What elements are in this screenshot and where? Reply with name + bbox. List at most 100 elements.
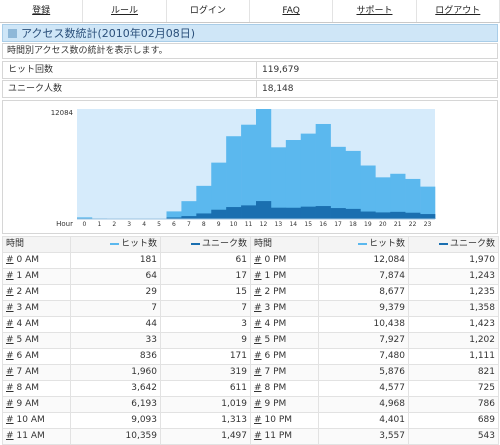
hour-anchor-link[interactable]: #	[6, 335, 14, 345]
time-cell: #4 PM	[250, 316, 319, 333]
hour-anchor-link[interactable]: #	[254, 431, 262, 441]
nav-register-link[interactable]: 登録	[0, 0, 84, 22]
time-cell: #5 PM	[250, 332, 319, 349]
unique-bar	[315, 206, 331, 219]
hour-label: 0 AM	[16, 255, 40, 265]
table-row: #1 AM 64 17 #1 PM 7,874 1,243	[2, 268, 499, 285]
unique-legend-swatch	[190, 242, 200, 245]
unique-bar	[241, 205, 257, 219]
nav-logout-link[interactable]: ログアウト	[417, 0, 500, 22]
time-cell: #6 AM	[2, 348, 71, 365]
hits-cell: 181	[70, 252, 161, 269]
hour-anchor-link[interactable]: #	[6, 383, 14, 393]
unique-bar	[360, 211, 376, 219]
hour-anchor-link[interactable]: #	[254, 335, 262, 345]
hour-label: 5 PM	[264, 335, 287, 345]
hour-anchor-link[interactable]: #	[254, 271, 262, 281]
time-cell: #8 AM	[2, 380, 71, 397]
x-axis-label: Hour	[56, 220, 73, 228]
unique-bar	[196, 213, 212, 219]
unique-cell: 689	[408, 412, 499, 429]
unique-bar	[300, 206, 316, 219]
hour-anchor-link[interactable]: #	[254, 287, 262, 297]
hits-cell: 7,480	[318, 348, 409, 365]
hour-anchor-link[interactable]: #	[254, 255, 262, 265]
hits-cell: 4,401	[318, 412, 409, 429]
x-tick-label: 13	[275, 221, 283, 228]
x-tick-label: 10	[230, 221, 238, 228]
unique-cell: 1,243	[408, 268, 499, 285]
hour-label: 11 PM	[264, 431, 293, 441]
unique-cell: 1,313	[160, 412, 251, 429]
hour-anchor-link[interactable]: #	[6, 287, 14, 297]
x-tick-label: 2	[112, 221, 116, 228]
hits-bar	[285, 140, 302, 219]
page-title-bar: アクセス数統計(2010年02月08日)	[2, 24, 498, 42]
unique-bar	[330, 208, 346, 219]
time-cell: #9 AM	[2, 396, 71, 413]
hour-anchor-link[interactable]: #	[6, 367, 14, 377]
x-tick-label: 11	[245, 221, 253, 228]
unique-cell: 9	[160, 332, 251, 349]
hour-anchor-link[interactable]: #	[254, 399, 262, 409]
hits-cell: 3,557	[318, 428, 409, 445]
nav-support-link[interactable]: サポート	[333, 0, 417, 22]
header-hits: ヒット数	[70, 236, 161, 253]
hour-anchor-link[interactable]: #	[6, 319, 14, 329]
unique-bar	[256, 201, 272, 219]
header-hits: ヒット数	[318, 236, 409, 253]
table-row: #7 AM 1,960 319 #7 PM 5,876 821	[2, 364, 499, 381]
hits-cell: 12,084	[318, 252, 409, 269]
y-max-label: 12084	[51, 109, 74, 117]
time-cell: #2 PM	[250, 284, 319, 301]
nav-faq-link[interactable]: FAQ	[250, 0, 334, 22]
x-tick-label: 0	[83, 221, 87, 228]
time-cell: #2 AM	[2, 284, 71, 301]
time-cell: #7 PM	[250, 364, 319, 381]
stat-hits-value: 119,679	[262, 65, 300, 75]
time-cell: #11 PM	[250, 428, 319, 445]
unique-cell: 3	[160, 316, 251, 333]
x-tick-label: 23	[424, 221, 432, 228]
nav-rules-link[interactable]: ルール	[83, 0, 167, 22]
hour-anchor-link[interactable]: #	[254, 415, 262, 425]
header-hits-label: ヒット数	[120, 239, 157, 249]
x-tick-label: 17	[334, 221, 342, 228]
time-cell: #10 PM	[250, 412, 319, 429]
hour-anchor-link[interactable]: #	[6, 431, 14, 441]
table-row: #6 AM 836 171 #6 PM 7,480 1,111	[2, 348, 499, 365]
hour-anchor-link[interactable]: #	[6, 351, 14, 361]
hour-label: 10 AM	[16, 415, 45, 425]
hour-anchor-link[interactable]: #	[254, 367, 262, 377]
unique-cell: 1,970	[408, 252, 499, 269]
hour-label: 5 AM	[16, 335, 40, 345]
hits-cell: 29	[70, 284, 161, 301]
hits-cell: 836	[70, 348, 161, 365]
hour-label: 8 PM	[264, 383, 287, 393]
hour-anchor-link[interactable]: #	[6, 303, 14, 313]
hits-cell: 7,874	[318, 268, 409, 285]
hits-cell: 1,960	[70, 364, 161, 381]
unique-bar	[226, 207, 242, 219]
time-cell: #8 PM	[250, 380, 319, 397]
header-time: 時間	[250, 236, 319, 253]
hour-anchor-link[interactable]: #	[254, 351, 262, 361]
x-tick-label: 6	[172, 221, 176, 228]
hour-anchor-link[interactable]: #	[6, 399, 14, 409]
hourly-chart-panel: 12084 Hour 0 1 2 3 4 5 6 7 8 9 10 11 12 13 14 15 16 17 18 19 2…	[2, 100, 498, 234]
nav-login-link[interactable]: ログイン	[167, 0, 250, 22]
hour-anchor-link[interactable]: #	[254, 303, 262, 313]
hits-legend-swatch	[357, 242, 367, 245]
hour-anchor-link[interactable]: #	[254, 319, 262, 329]
x-tick-label: 15	[304, 221, 312, 228]
hour-anchor-link[interactable]: #	[6, 415, 14, 425]
hits-bar	[345, 150, 361, 219]
table-row: #2 AM 29 15 #2 PM 8,677 1,235	[2, 284, 499, 301]
hour-anchor-link[interactable]: #	[6, 271, 14, 281]
hour-anchor-link[interactable]: #	[254, 383, 262, 393]
hits-cell: 6,193	[70, 396, 161, 413]
hour-anchor-link[interactable]: #	[6, 255, 14, 265]
x-tick-label: 3	[127, 221, 131, 228]
hits-cell: 8,677	[318, 284, 409, 301]
hits-cell: 9,093	[70, 412, 161, 429]
